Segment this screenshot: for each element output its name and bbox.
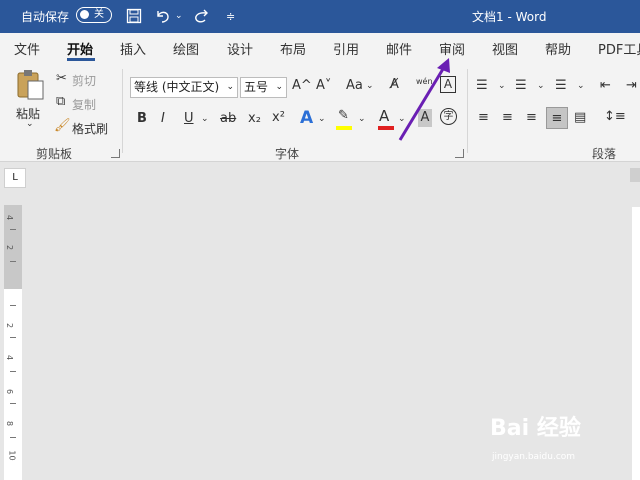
ruler-tick: [10, 403, 16, 404]
ruler-edge: [630, 168, 640, 182]
ruler-tick: [10, 261, 16, 262]
ruler-number: 8: [5, 420, 15, 427]
ruler-tick: [10, 229, 16, 230]
ruler-tick: [10, 371, 16, 372]
document-page[interactable]: [632, 207, 640, 480]
ruler-tick: [10, 437, 16, 438]
ruler-number: 10: [7, 450, 17, 461]
watermark-logo: Bai 经验: [490, 416, 581, 441]
watermark-url: jingyan.baidu.com: [492, 452, 576, 462]
ruler-number: 4: [5, 214, 15, 221]
ruler-tick: [10, 337, 16, 338]
ruler-number: 6: [5, 388, 15, 395]
ruler-tick: [10, 305, 16, 306]
ruler-number: 4: [5, 354, 15, 361]
ruler-number: 2: [5, 322, 15, 329]
vertical-ruler[interactable]: 4 2 2 4 6 8 10: [4, 205, 22, 480]
tab-selector[interactable]: L: [4, 168, 26, 188]
ruler-number: 2: [5, 244, 15, 251]
